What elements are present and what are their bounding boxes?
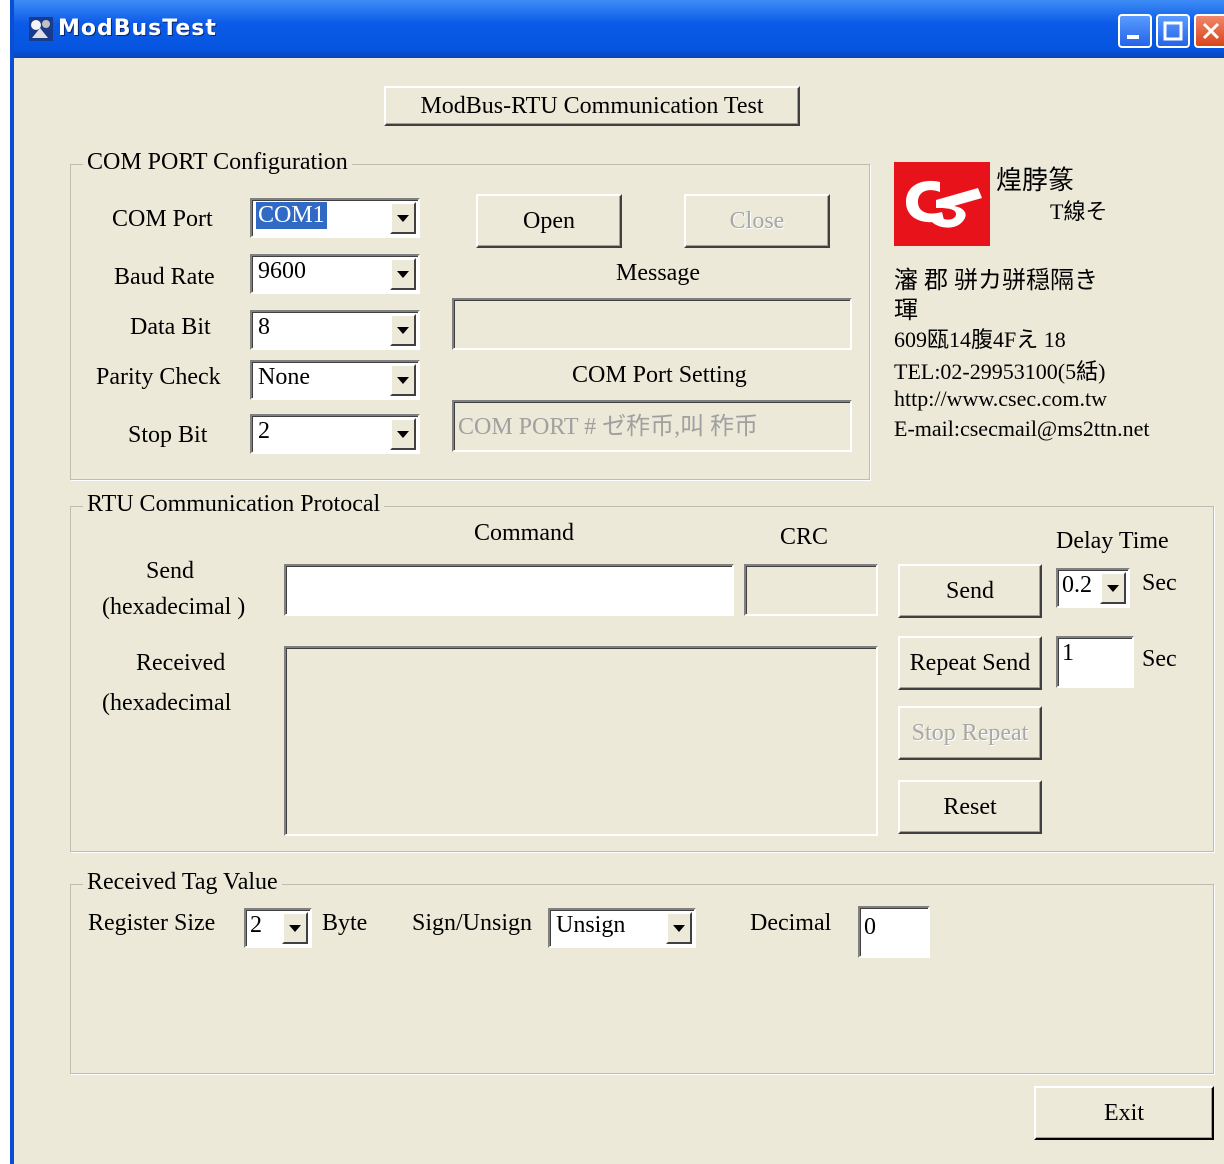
crc-field xyxy=(744,564,878,616)
stop-bit-label: Stop Bit xyxy=(128,422,208,448)
crc-label: CRC xyxy=(780,524,829,550)
baud-rate-label: Baud Rate xyxy=(114,264,215,290)
company-email[interactable]: E-mail:csecmail@ms2ttn.net xyxy=(894,416,1149,442)
com-config-legend: COM PORT Configuration xyxy=(83,149,352,176)
company-line2: 琿 xyxy=(894,298,918,324)
stop-bit-value: 2 xyxy=(258,418,270,444)
title-bar[interactable]: ModBusTest xyxy=(14,0,1224,58)
chevron-down-icon[interactable] xyxy=(390,364,416,396)
command-label: Command xyxy=(474,520,574,546)
exit-button[interactable]: Exit xyxy=(1034,1086,1214,1140)
com-port-setting-label: COM Port Setting xyxy=(572,362,747,388)
stop-repeat-button[interactable]: Stop Repeat xyxy=(898,706,1042,760)
main-window: ModBusTest ModBus-RTU Communication Test… xyxy=(10,0,1224,1164)
chevron-down-icon[interactable] xyxy=(282,912,308,944)
company-line1: 瀋 郡 骈カ骈穏隔き xyxy=(894,268,1098,294)
maximize-button[interactable] xyxy=(1156,14,1190,48)
app-icon xyxy=(29,17,53,41)
chevron-down-icon[interactable] xyxy=(390,418,416,450)
chevron-down-icon[interactable] xyxy=(666,912,692,944)
com-port-label: COM Port xyxy=(112,206,213,232)
send-button[interactable]: Send xyxy=(898,564,1042,618)
company-tel: TEL:02-29953100(5絬) xyxy=(894,359,1106,384)
minimize-button[interactable] xyxy=(1118,14,1152,48)
repeat-send-button[interactable]: Repeat Send xyxy=(898,636,1042,690)
register-size-label: Register Size xyxy=(88,910,216,936)
com-port-select[interactable]: COM1 xyxy=(250,198,420,238)
com-port-setting-value: COM PORT # ゼ秨币,叫 秨币 xyxy=(458,414,759,440)
parity-check-value: None xyxy=(258,364,310,390)
data-bit-select[interactable]: 8 xyxy=(250,310,420,350)
open-button[interactable]: Open xyxy=(476,194,622,248)
decimal-value: 0 xyxy=(864,914,876,940)
delay-time-value: 0.2 xyxy=(1062,572,1092,598)
sign-unsign-label: Sign/Unsign xyxy=(412,910,533,936)
sign-unsign-value: Unsign xyxy=(556,912,626,938)
com-port-value: COM1 xyxy=(256,202,327,229)
maximize-icon xyxy=(1163,21,1183,41)
decimal-label: Decimal xyxy=(750,910,832,936)
company-logo xyxy=(894,162,990,246)
baud-rate-select[interactable]: 9600 xyxy=(250,254,420,294)
send-hex-label: (hexadecimal ) xyxy=(102,594,246,620)
register-size-value: 2 xyxy=(250,912,262,938)
received-hex-label: (hexadecimal xyxy=(102,690,232,716)
chevron-down-icon[interactable] xyxy=(390,258,416,290)
sign-unsign-select[interactable]: Unsign xyxy=(548,908,696,948)
data-bit-value: 8 xyxy=(258,314,270,340)
tag-legend: Received Tag Value xyxy=(83,869,282,896)
minimize-icon xyxy=(1127,35,1139,39)
send-label: Send xyxy=(146,558,194,584)
chevron-down-icon[interactable] xyxy=(1100,572,1126,604)
company-url[interactable]: http://www.csec.com.tw xyxy=(894,386,1107,412)
message-field xyxy=(452,298,852,350)
command-input[interactable] xyxy=(284,564,734,616)
close-icon xyxy=(1202,22,1220,40)
repeat-interval-input[interactable]: 1 xyxy=(1056,636,1134,688)
company-name: 煌脖篆 xyxy=(996,166,1075,195)
repeat-interval-value: 1 xyxy=(1062,640,1074,666)
decimal-input[interactable]: 0 xyxy=(858,906,930,958)
delay-time-select[interactable]: 0.2 xyxy=(1056,568,1130,608)
window-title: ModBusTest xyxy=(58,16,217,41)
delay-unit-label: Sec xyxy=(1142,570,1177,596)
rtu-legend: RTU Communication Protocal xyxy=(83,491,385,518)
received-label: Received xyxy=(136,650,226,676)
parity-check-label: Parity Check xyxy=(96,364,221,390)
repeat-unit-label: Sec xyxy=(1142,646,1177,672)
data-bit-label: Data Bit xyxy=(130,314,211,340)
delay-time-label: Delay Time xyxy=(1056,528,1169,554)
company-subtitle: T線そ xyxy=(1050,199,1108,224)
baud-rate-value: 9600 xyxy=(258,258,306,284)
byte-label: Byte xyxy=(322,910,368,936)
header-title-button[interactable]: ModBus-RTU Communication Test xyxy=(384,86,800,126)
close-button[interactable]: Close xyxy=(684,194,830,248)
reset-button[interactable]: Reset xyxy=(898,780,1042,834)
company-address: 609瓯14腹4Fえ 18 xyxy=(894,327,1066,352)
chevron-down-icon[interactable] xyxy=(390,314,416,346)
logo-graphic xyxy=(894,162,990,246)
message-label: Message xyxy=(616,260,700,286)
received-area[interactable] xyxy=(284,646,878,836)
parity-check-select[interactable]: None xyxy=(250,360,420,400)
chevron-down-icon[interactable] xyxy=(390,202,416,234)
client-area: ModBus-RTU Communication Test COM PORT C… xyxy=(14,58,1224,1164)
com-port-setting-field: COM PORT # ゼ秨币,叫 秨币 xyxy=(452,400,852,452)
stop-bit-select[interactable]: 2 xyxy=(250,414,420,454)
close-window-button[interactable] xyxy=(1194,14,1224,48)
register-size-select[interactable]: 2 xyxy=(244,908,312,948)
